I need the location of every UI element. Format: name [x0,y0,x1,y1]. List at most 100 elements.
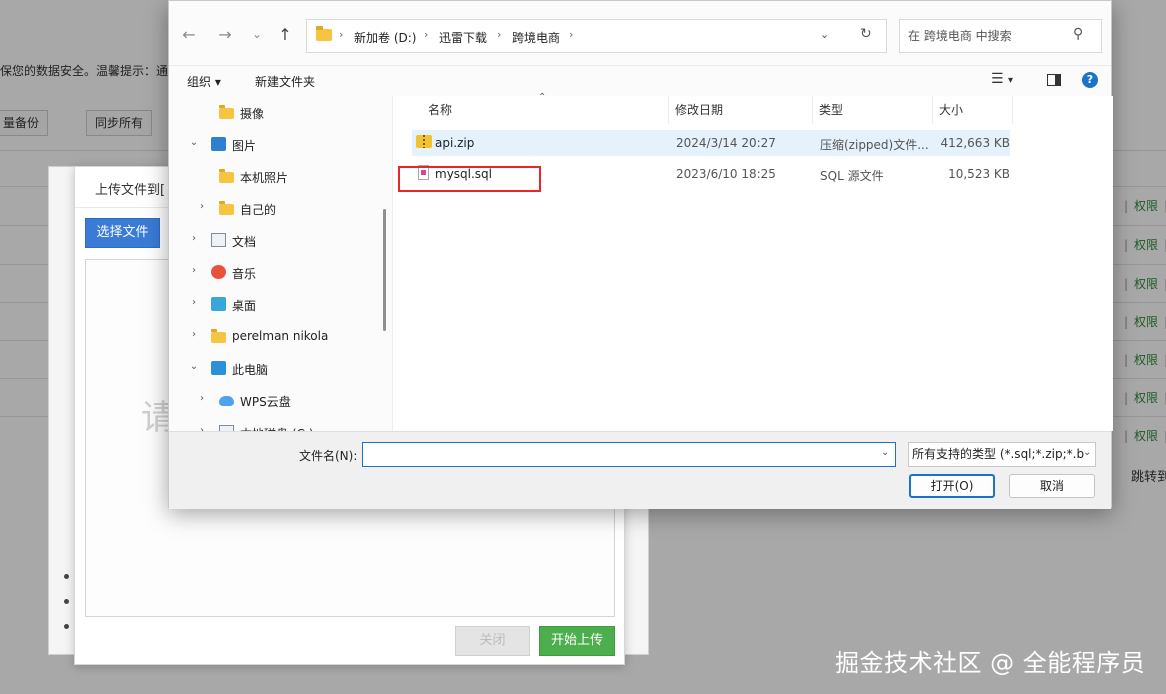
nav-tree-label: 此电脑 [232,363,269,377]
nav-tree-item[interactable]: › WPS云盘 [169,388,379,414]
file-dialog-footer: 文件名(N): ⌄ 所有支持的类型 (*.sql;*.zip;*.b ⌄ 打开(… [169,431,1111,509]
nav-tree-label: 自己的 [240,203,277,217]
breadcrumb-chevron-icon[interactable]: › [497,28,501,41]
organize-button[interactable]: 组织 ▾ [187,73,221,90]
music-icon [211,265,226,279]
choose-file-button[interactable]: 选择文件 [85,218,160,248]
new-folder-button[interactable]: 新建文件夹 [255,73,315,90]
nav-tree-item[interactable]: › perelman nikola [169,324,379,350]
file-type: 压缩(zipped)文件... [820,138,929,152]
upload-dialog-title: 上传文件到[ [95,183,166,198]
view-options-button[interactable]: ☰ ▾ [991,71,1013,87]
nav-tree-label: WPS云盘 [240,395,291,409]
up-arrow-icon[interactable]: ↑ [275,25,295,44]
help-icon[interactable]: ? [1082,72,1098,88]
nav-tree-item[interactable]: 摄像 [169,100,379,126]
nav-tree-item[interactable]: › 文档 [169,228,379,254]
nav-tree-item[interactable]: ⌄ 图片 [169,132,379,158]
chevron-down-icon: ▾ [214,75,221,89]
nav-tree-label: 摄像 [240,107,265,121]
search-icon[interactable]: ⚲ [1073,26,1083,42]
preview-pane-icon[interactable] [1047,74,1061,86]
breadcrumb-cross-border[interactable]: 跨境电商 [512,29,560,46]
watermark-text: 掘金技术社区 @ 全能程序员 [835,649,1146,677]
chevron-down-icon: ▾ [1008,75,1014,86]
nav-tree-label: 本机照片 [240,171,289,185]
nav-tree-label: 桌面 [232,299,257,313]
filename-label: 文件名(N): [299,449,358,463]
breadcrumb-xunlei-download[interactable]: 迅雷下载 [439,29,487,46]
nav-tree-item[interactable]: › 桌面 [169,292,379,318]
column-header-modified[interactable]: 修改日期 [669,96,813,124]
breadcrumb-drive-d[interactable]: 新加卷 (D:) [354,29,416,46]
start-upload-button[interactable]: 开始上传 [539,626,615,656]
computer-icon [211,361,226,375]
nav-tree-label: perelman nikola [232,329,329,343]
column-header-size[interactable]: 大小 [933,96,1013,124]
refresh-icon[interactable]: ↻ [860,26,872,42]
file-modified-date: 2023/6/10 18:25 [676,167,776,181]
chevron-right-icon[interactable]: › [196,393,208,404]
recent-locations-chevron-icon[interactable]: ⌄ [247,27,267,41]
bullet-dot [64,599,69,604]
cancel-button[interactable]: 取消 [1009,474,1095,498]
nav-tree-label: 图片 [232,139,257,153]
file-row[interactable]: api.zip 2024/3/14 20:27 压缩(zipped)文件... 412… [412,130,1010,156]
column-header-type[interactable]: 类型 [813,96,933,124]
list-view-icon: ☰ [991,71,1004,87]
nav-tree-item[interactable]: › 自己的 [169,196,379,222]
address-dropdown-icon[interactable]: ⌄ [820,28,829,41]
nav-tree-item[interactable]: › 音乐 [169,260,379,286]
chevron-down-icon[interactable]: ⌄ [188,361,200,372]
breadcrumb-chevron-icon[interactable]: › [424,28,428,41]
file-list: ⌃ 名称 修改日期 类型 大小 api.zip 2024/3/14 20:27 压缩… [393,92,1113,431]
column-header-name[interactable]: 名称 [422,96,669,124]
cloud-icon [219,396,234,406]
nav-tree-item[interactable]: ⌄ 此电脑 [169,356,379,382]
forward-arrow-icon[interactable]: → [215,25,235,44]
folder-icon [219,201,234,215]
chevron-right-icon[interactable]: › [196,201,208,212]
file-type: SQL 源文件 [820,169,884,183]
breadcrumb-chevron-icon[interactable]: › [339,28,343,41]
back-arrow-icon[interactable]: ← [179,25,199,44]
bullet-dot [64,624,69,629]
address-row: ← → ⌄ ↑ › 新加卷 (D:) › 迅雷下载 › 跨境电商 › ⌄ ↻ ⚲ [169,11,1111,59]
search-box[interactable]: ⚲ [899,19,1102,53]
file-type-select[interactable]: 所有支持的类型 (*.sql;*.zip;*.b [908,442,1096,467]
search-input[interactable] [908,27,1068,45]
chevron-down-icon[interactable]: ⌄ [188,137,200,148]
file-size: 10,523 KB [948,167,1010,181]
nav-tree-label: 音乐 [232,267,257,281]
nav-tree-item[interactable]: 本机照片 [169,164,379,190]
folder-icon [211,329,226,343]
folder-icon [219,169,234,183]
file-size: 412,663 KB [940,136,1010,150]
red-highlight-annotation [398,166,541,192]
close-button[interactable]: 关闭 [455,626,530,656]
file-type-chevron-icon[interactable]: ⌄ [1083,447,1091,458]
desktop-icon [211,297,226,311]
navigation-scrollbar[interactable] [383,209,386,331]
zip-file-icon [416,135,432,148]
chevron-right-icon[interactable]: › [188,233,200,244]
address-bar[interactable]: › 新加卷 (D:) › 迅雷下载 › 跨境电商 › ⌄ ↻ [306,19,887,53]
file-dialog-toolbar: 组织 ▾ 新建文件夹 ☰ ▾ ? [169,65,1111,95]
filename-input[interactable] [362,442,896,467]
file-name: api.zip [435,136,475,150]
nav-tree-label: 文档 [232,235,257,249]
chevron-right-icon[interactable]: › [188,265,200,276]
folder-icon [316,26,332,41]
pictures-icon [211,137,226,151]
folder-icon [219,105,234,119]
chevron-right-icon[interactable]: › [188,297,200,308]
documents-icon [211,233,226,247]
organize-label: 组织 [187,75,212,89]
bullet-dot [64,574,69,579]
filename-history-chevron-icon[interactable]: ⌄ [881,447,889,458]
breadcrumb-chevron-icon[interactable]: › [569,28,573,41]
chevron-right-icon[interactable]: › [188,329,200,340]
file-modified-date: 2024/3/14 20:27 [676,136,776,150]
nav-tree-item[interactable]: ›本地磁盘 (C:) [169,420,379,431]
open-button[interactable]: 打开(O) [909,474,995,498]
